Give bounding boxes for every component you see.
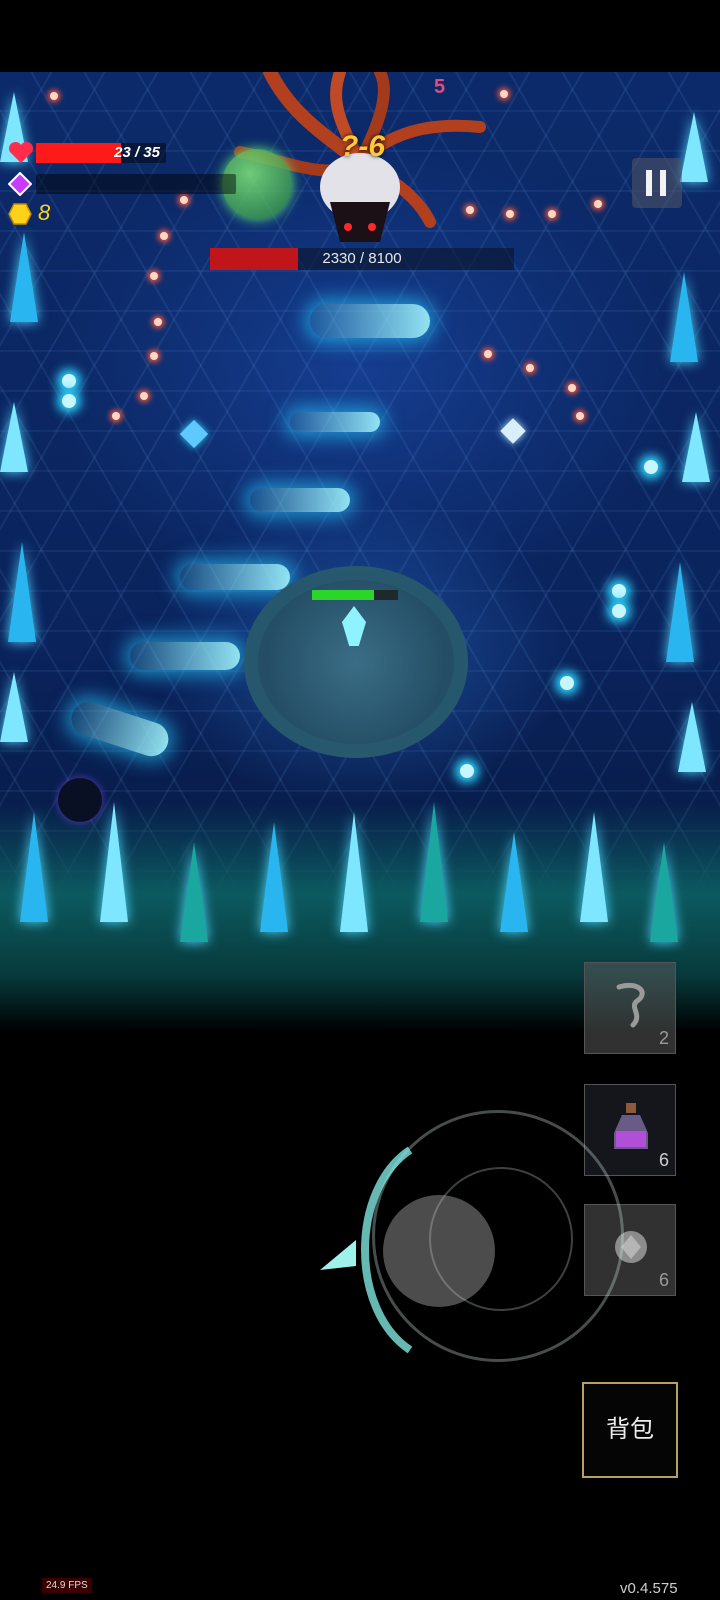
player-projectile [130,642,240,670]
hp-bar: 23 / 35 [36,143,166,163]
energy-orb [612,584,626,598]
level-indicator: ?-6 [340,130,385,163]
crystal [500,832,528,932]
item-count: 6 [658,1150,669,1170]
player-projectile [250,488,350,512]
crystal [100,802,128,922]
enemy-bullet [150,352,158,360]
crystal [0,402,28,472]
crystal-turret [179,419,209,449]
damage-number: 5 [434,76,446,98]
energy-orb [460,764,474,778]
enemy-bullet [506,210,514,218]
crystal [20,812,48,922]
enemy-bullet [500,90,508,98]
crystal [670,272,698,362]
enemy-bullet [140,392,148,400]
enemy-bullet [154,318,162,326]
potion-icon [614,1103,648,1149]
hp-text: 23 / 35 [114,144,160,161]
enemy-bullet [548,210,556,218]
crystal [650,842,678,942]
pause-icon [660,170,666,196]
player-hp-fill [312,590,374,600]
enemy-bullet [466,206,474,214]
gold-count: 8 [38,200,51,225]
scroll-icon [616,983,645,1028]
crystal [420,802,448,922]
item-count: 2 [658,1028,669,1048]
crystal [678,702,706,772]
joystick-direction-arc [320,1146,413,1354]
enemy-bullet [526,364,534,372]
crystal [666,562,694,662]
enemy-bullet [150,272,158,280]
crystal [680,112,708,182]
crystal [180,842,208,942]
gold-coin-icon [8,203,32,225]
enemy-bullet [484,350,492,358]
item-count: 6 [658,1270,669,1290]
player-projectile [67,697,173,761]
enemy-bullet [576,412,584,420]
crystal [682,412,710,482]
boss-hp-text: 2330 / 8100 [322,250,402,267]
version-label: v0.4.575 [620,1580,678,1597]
enemy-bullet [180,196,188,204]
game-scene[interactable]: 2330 / 8100 ?-6 5 [0,72,720,1032]
enemy-bullet [112,412,120,420]
crystal [8,542,36,642]
hp-bar-fill [36,143,122,163]
boss-hp-bar: 2330 / 8100 [210,248,514,270]
enemy-bullet [50,92,58,100]
mana-gem-icon [8,172,32,196]
energy-orb [612,604,626,618]
energy-orb [62,374,76,388]
enemy-bullet [594,200,602,208]
crystal [260,822,288,932]
energy-orb [560,676,574,690]
player-projectile [180,564,290,590]
item-slot-scroll[interactable]: 2 [584,962,676,1054]
pause-icon [646,170,652,196]
player-projectile [290,412,380,432]
enemy-bullet [568,384,576,392]
player-projectile [310,304,430,338]
crystal [340,812,368,932]
mana-bar [36,174,236,194]
player-hp-bar [312,590,398,600]
crystal-turret [500,418,526,444]
heart-icon [8,142,34,163]
energy-orb [62,394,76,408]
enemy-bullet [160,232,168,240]
fps-counter: 24.9 FPS [42,1578,92,1593]
crystal [0,672,28,742]
crystal [10,232,38,322]
backpack-button[interactable]: 背包 [582,1382,678,1478]
backpack-label: 背包 [606,1416,654,1443]
shadow-creature [58,778,102,822]
crystal [580,812,608,922]
energy-orb [644,460,658,474]
pause-button[interactable] [632,158,682,208]
